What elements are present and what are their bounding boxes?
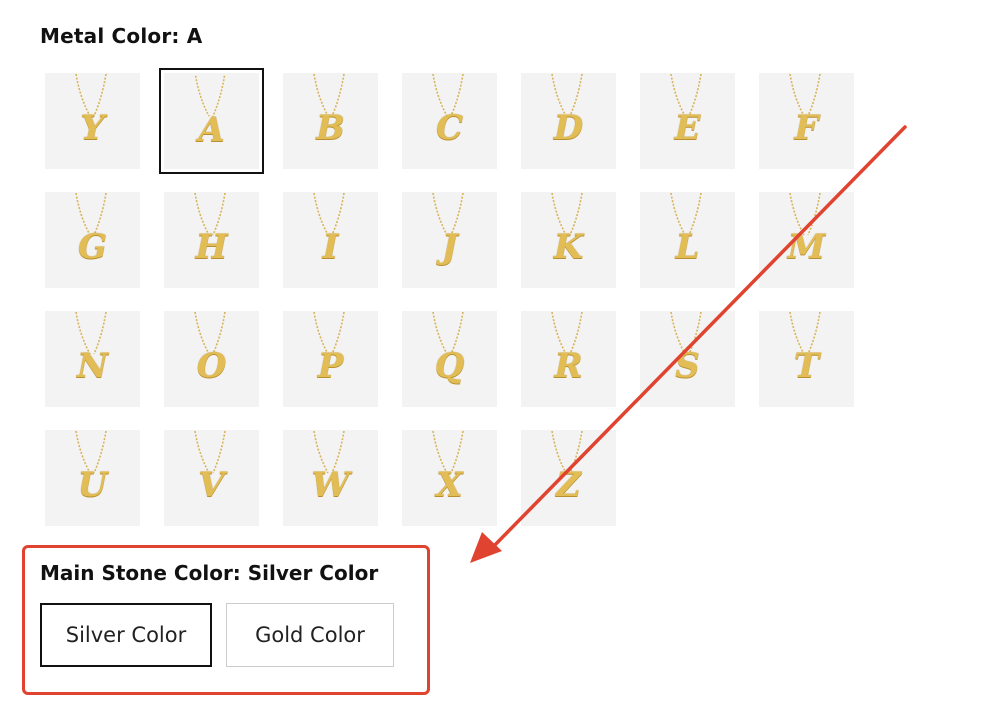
letter-swatch-n[interactable]: N bbox=[40, 306, 145, 412]
letter-swatch-q[interactable]: Q bbox=[397, 306, 502, 412]
letter-swatch-s[interactable]: S bbox=[635, 306, 740, 412]
letter-swatch-o[interactable]: O bbox=[159, 306, 264, 412]
letter-pendant: E bbox=[674, 108, 701, 148]
letter-swatch-c[interactable]: C bbox=[397, 68, 502, 174]
letter-swatch-j[interactable]: J bbox=[397, 187, 502, 293]
letter-swatch-g[interactable]: G bbox=[40, 187, 145, 293]
letter-pendant: B bbox=[316, 108, 345, 148]
letter-pendant: Y bbox=[80, 108, 105, 148]
letter-pendant: Q bbox=[434, 346, 465, 386]
letter-pendant: S bbox=[675, 346, 700, 386]
letter-swatch-l[interactable]: L bbox=[635, 187, 740, 293]
letter-pendant: K bbox=[553, 227, 584, 267]
letter-pendant: D bbox=[553, 108, 584, 148]
letter-swatch-d[interactable]: D bbox=[516, 68, 621, 174]
letter-swatch-f[interactable]: F bbox=[754, 68, 859, 174]
letter-swatch-k[interactable]: K bbox=[516, 187, 621, 293]
letter-pendant: I bbox=[322, 227, 339, 267]
letter-swatch-i[interactable]: I bbox=[278, 187, 383, 293]
letter-swatch-y[interactable]: Y bbox=[40, 68, 145, 174]
letter-pendant: N bbox=[76, 346, 109, 386]
letter-swatch-e[interactable]: E bbox=[635, 68, 740, 174]
letter-pendant: O bbox=[196, 346, 227, 386]
letter-swatch-w[interactable]: W bbox=[278, 425, 383, 531]
letter-pendant: F bbox=[794, 108, 819, 148]
letter-pendant: M bbox=[787, 227, 826, 267]
letter-swatch-r[interactable]: R bbox=[516, 306, 621, 412]
letter-swatch-t[interactable]: T bbox=[754, 306, 859, 412]
annotation-arrow-head bbox=[470, 532, 502, 563]
letter-swatch-x[interactable]: X bbox=[397, 425, 502, 531]
letter-pendant: W bbox=[311, 465, 350, 505]
metal-color-title: Metal Color: A bbox=[40, 24, 203, 48]
letter-pendant: P bbox=[317, 346, 344, 386]
letter-pendant: T bbox=[793, 346, 820, 386]
letter-swatch-u[interactable]: U bbox=[40, 425, 145, 531]
silver-color-button[interactable]: Silver Color bbox=[40, 603, 212, 667]
letter-pendant: G bbox=[77, 227, 108, 267]
letter-pendant: L bbox=[675, 227, 700, 267]
letter-pendant: Z bbox=[556, 465, 581, 505]
letter-swatch-m[interactable]: M bbox=[754, 187, 859, 293]
letter-swatch-h[interactable]: H bbox=[159, 187, 264, 293]
letter-pendant: C bbox=[435, 108, 464, 148]
letter-pendant: H bbox=[195, 227, 228, 267]
letter-swatch-grid: Y A B C D E F G H I J K L M N O P Q R S T U V W X Z bbox=[40, 68, 859, 531]
main-stone-color-title: Main Stone Color: Silver Color bbox=[40, 561, 379, 585]
letter-pendant: R bbox=[554, 346, 583, 386]
letter-pendant: U bbox=[77, 465, 108, 505]
letter-swatch-p[interactable]: P bbox=[278, 306, 383, 412]
letter-swatch-v[interactable]: V bbox=[159, 425, 264, 531]
letter-swatch-z[interactable]: Z bbox=[516, 425, 621, 531]
letter-pendant: A bbox=[198, 110, 225, 150]
letter-pendant: X bbox=[436, 465, 463, 505]
letter-swatch-a[interactable]: A bbox=[159, 68, 264, 174]
letter-pendant: J bbox=[441, 227, 458, 267]
letter-pendant: V bbox=[198, 465, 225, 505]
letter-swatch-b[interactable]: B bbox=[278, 68, 383, 174]
gold-color-button[interactable]: Gold Color bbox=[226, 603, 394, 667]
